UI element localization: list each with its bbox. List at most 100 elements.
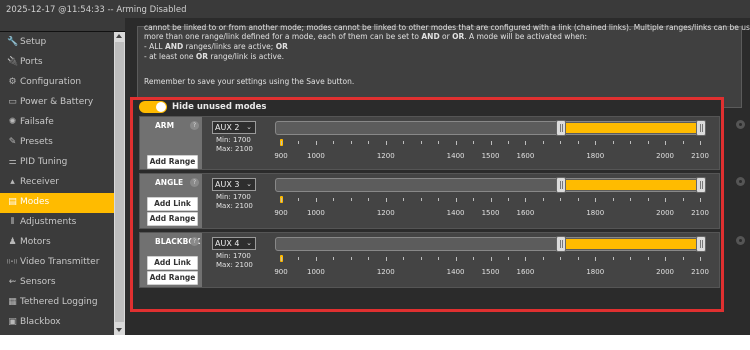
minor-tick [682,257,684,260]
channel-select[interactable]: AUX 3 ⌄ [212,178,256,191]
range-slider-track[interactable] [275,236,706,252]
remove-mode-icon[interactable] [736,177,745,186]
major-tick [525,257,527,261]
sidebar-item-pid-tuning[interactable]: ⚌ PID Tuning [0,153,114,173]
channel-select[interactable]: AUX 2 ⌄ [212,121,256,134]
sidebar-item-power-battery[interactable]: ▭ Power & Battery [0,93,114,113]
minor-tick [298,257,300,260]
minor-tick [473,198,475,201]
scale-label: 1400 [446,209,465,217]
add-link-button[interactable]: Add Link [147,256,198,270]
sidebar-item-configuration[interactable]: ⚙ Configuration [0,73,114,93]
range-min-label: Min: 1700 [216,252,251,260]
major-tick [455,257,457,261]
major-tick [455,198,457,202]
major-tick [490,257,492,261]
scale-label: 900 [274,268,288,276]
range-min-handle[interactable] [556,236,567,252]
add-link-button[interactable]: Add Link [147,197,198,211]
hide-unused-toggle[interactable] [139,101,167,113]
minor-tick [560,198,562,201]
sidebar-item-adjustments[interactable]: ⫴ Adjustments [0,213,114,233]
range-max-handle[interactable] [696,120,706,136]
scale-label: 1200 [376,268,395,276]
range-max-label: Max: 2100 [216,202,253,210]
major-tick [595,257,597,261]
minor-tick [350,198,352,201]
scale-label: 1000 [306,152,325,160]
sidebar-item-tethered-logging[interactable]: ▦ Tethered Logging [0,293,114,313]
sidebar-item-receiver[interactable]: ▴ Receiver [0,173,114,193]
sidebar-item-label: Motors [20,237,51,247]
help-line: cannot be linked to or from another mode… [144,23,750,32]
help-line: - at least one OR range/link is active. [144,52,284,61]
major-tick [665,141,667,145]
scroll-up-icon[interactable] [116,34,122,38]
minor-tick [368,141,370,144]
sidebar-item-label: PID Tuning [20,157,68,167]
logging-icon: ▦ [8,297,17,307]
minor-tick [577,198,579,201]
help-icon[interactable]: ? [190,121,199,130]
sidebar-item-sensors[interactable]: ⇜ Sensors [0,273,114,293]
minor-tick [333,198,335,201]
help-icon[interactable]: ? [190,237,199,246]
sidebar-item-blackbox[interactable]: ▣ Blackbox [0,313,114,333]
major-tick [700,257,701,261]
sidebar-item-presets[interactable]: ✎ Presets [0,133,114,153]
major-tick [525,141,527,145]
minor-tick [542,141,544,144]
minor-tick [350,141,352,144]
modes-icon: ▤ [8,197,17,207]
sidebar-item-failsafe[interactable]: ✺ Failsafe [0,113,114,133]
scrollbar-thumb[interactable] [115,42,124,322]
sidebar-item-label: Sensors [20,277,56,287]
major-tick [315,198,317,202]
sidebar-item-label: Power & Battery [20,97,94,107]
channel-select[interactable]: AUX 4 ⌄ [212,237,256,250]
chevron-down-icon: ⌄ [246,239,252,247]
remove-mode-icon[interactable] [736,236,745,245]
range-slider-track[interactable] [275,120,706,136]
add-range-button[interactable]: Add Range [147,212,198,226]
minor-tick [612,141,614,144]
minor-tick [630,141,632,144]
minor-tick [542,257,544,260]
range-min-label: Min: 1700 [216,136,251,144]
scroll-down-icon[interactable] [116,328,122,332]
range-slider-track[interactable] [275,177,706,193]
remove-mode-icon[interactable] [736,120,745,129]
scale-label: 1400 [446,152,465,160]
add-range-button[interactable]: Add Range [147,271,198,285]
range-min-handle[interactable] [556,177,567,193]
minor-tick [647,141,649,144]
scale-label: 2000 [656,209,674,217]
app-window: 2025-12-17 @11:54:33 -- Arming Disabled … [0,0,750,350]
minor-tick [473,257,475,260]
sidebar-item-video-transmitter[interactable]: ((•)) Video Transmitter [0,253,114,273]
sidebar-item-modes[interactable]: ▤ Modes [0,193,114,213]
range-max-handle[interactable] [696,177,706,193]
range-fill [561,180,701,190]
range-fill [561,239,701,249]
help-icon[interactable]: ? [190,178,199,187]
bottom-strip [125,335,750,350]
minor-tick [577,257,579,260]
sidebar-item-motors[interactable]: ♟ Motors [0,233,114,253]
add-range-button[interactable]: Add Range [147,155,198,169]
scale-label: 900 [274,152,288,160]
mode-name: ANGLE [155,178,184,187]
minor-tick [612,198,614,201]
modes-help-text: cannot be linked to or from another mode… [137,23,750,108]
major-tick [490,141,492,145]
scale-label: 1600 [516,268,535,276]
scale-label: 1500 [481,209,500,217]
blackbox-icon: ▣ [8,317,17,327]
help-line: - ALL AND ranges/links are active; OR [144,42,288,51]
sidebar-scrollbar[interactable] [114,32,125,335]
minor-tick [507,141,509,144]
range-min-handle[interactable] [556,120,567,136]
range-max-handle[interactable] [696,236,706,252]
sidebar-item-setup[interactable]: 🔧 Setup [0,33,114,53]
sidebar-item-ports[interactable]: 🔌 Ports [0,53,114,73]
